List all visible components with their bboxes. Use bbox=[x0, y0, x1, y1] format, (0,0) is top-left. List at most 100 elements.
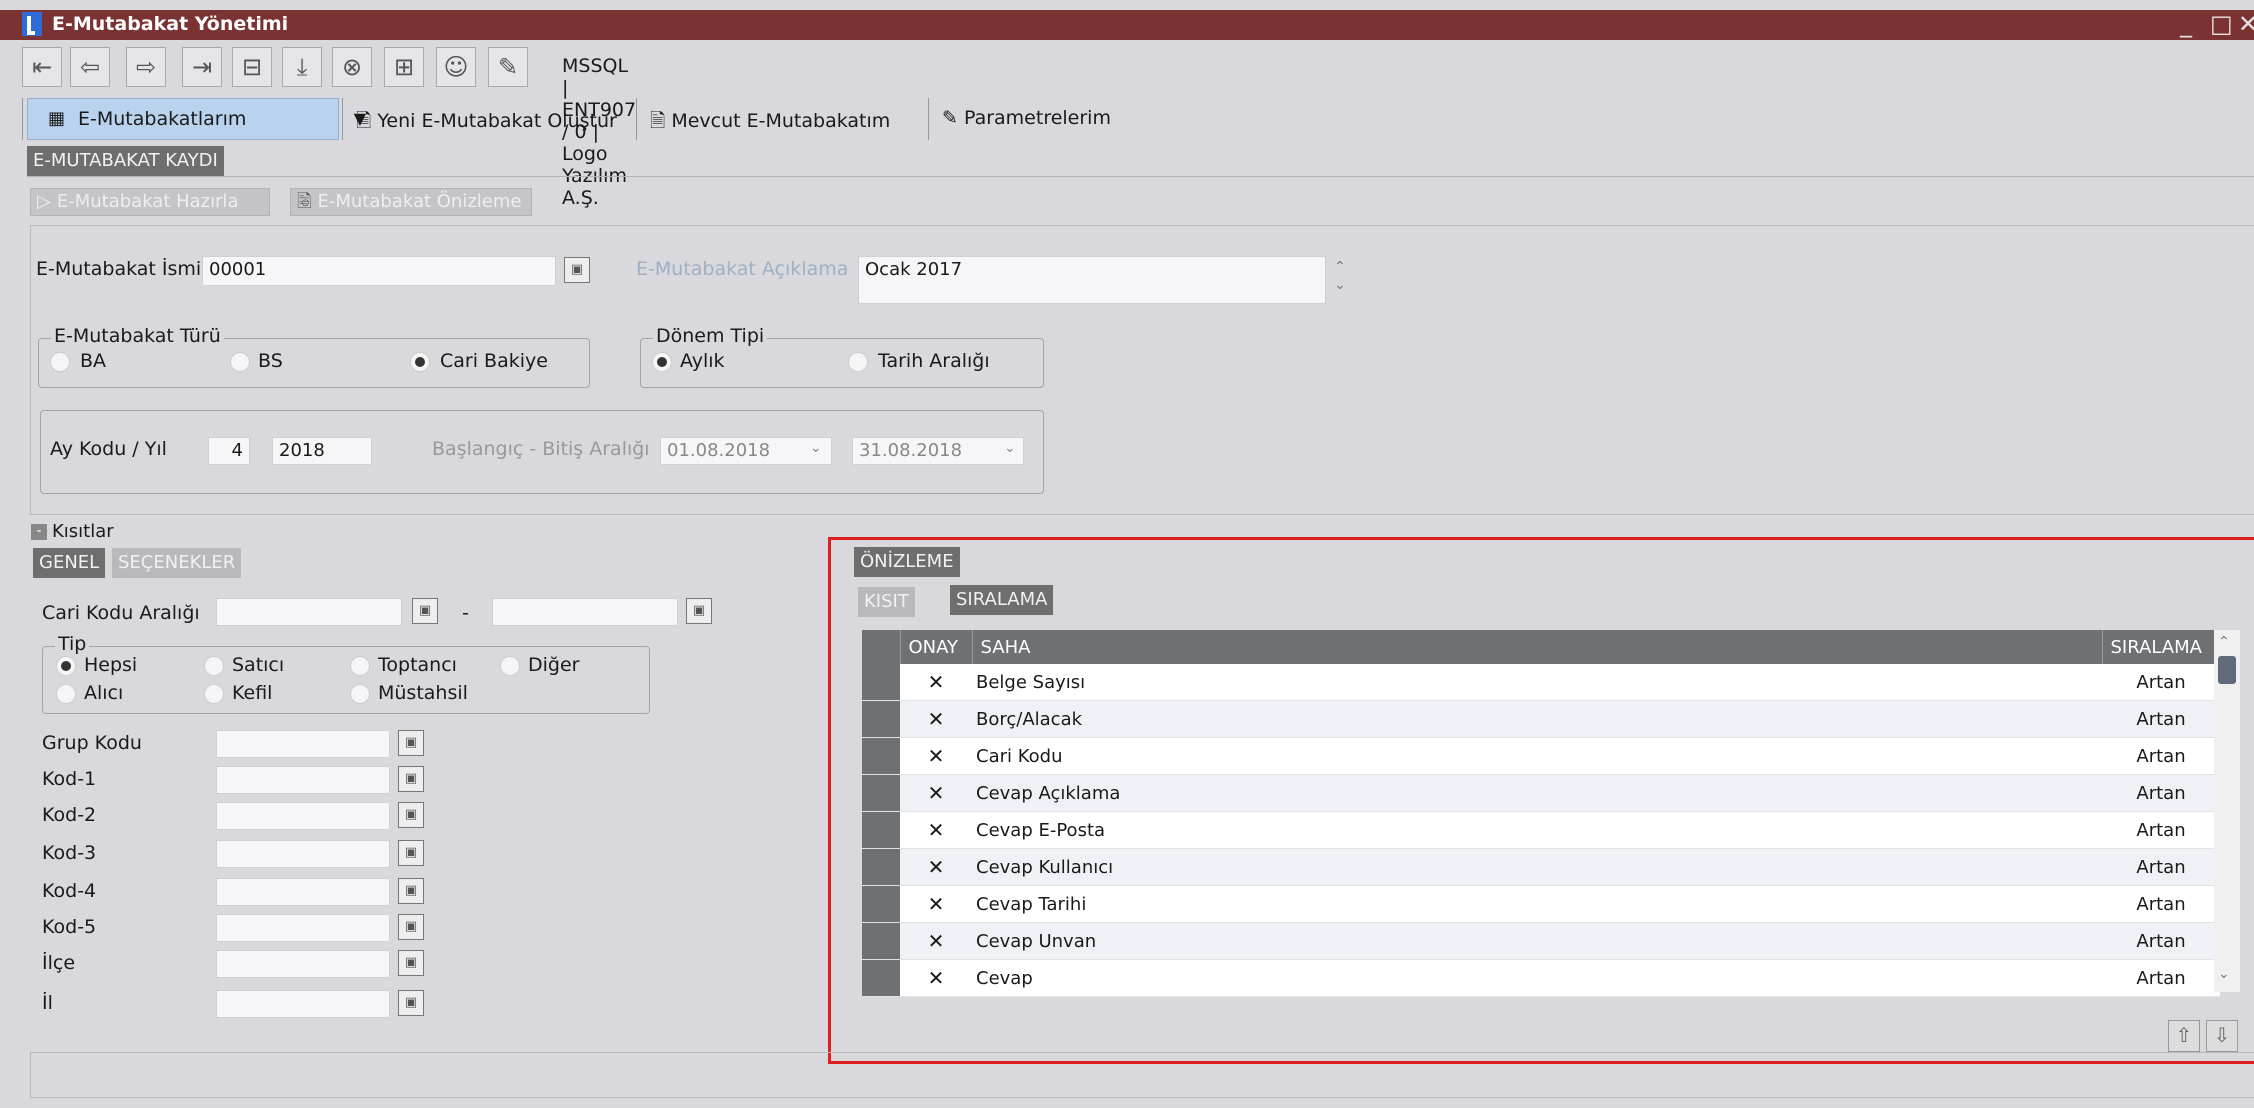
cari-start-field[interactable] bbox=[216, 598, 402, 626]
tip-alici-radio[interactable] bbox=[56, 684, 76, 704]
lookup-icon[interactable]: ▣ bbox=[398, 840, 424, 866]
type-cari-bakiye-radio[interactable] bbox=[410, 352, 430, 372]
tab-kisit[interactable]: KISIT bbox=[858, 587, 915, 617]
close-icon[interactable]: ✕ bbox=[900, 885, 972, 923]
new-reconciliation-menu[interactable]: 🗎 Yeni E-Mutabakat Oluştur bbox=[356, 107, 617, 139]
lookup-icon[interactable]: ▣ bbox=[564, 257, 590, 283]
preview-title[interactable]: ÖNİZLEME bbox=[854, 547, 960, 577]
tab-secenekler[interactable]: SEÇENEKLER bbox=[112, 548, 242, 578]
row-selector[interactable] bbox=[862, 664, 900, 701]
period-date-range-radio[interactable] bbox=[848, 352, 868, 372]
year-field[interactable]: 2018 bbox=[272, 437, 372, 465]
row-order[interactable]: Artan bbox=[2102, 700, 2220, 738]
next-record-button[interactable]: ⇨ bbox=[126, 47, 166, 87]
chevron-down-icon[interactable]: ⌄ bbox=[1004, 440, 1016, 456]
table-row[interactable]: ✕ Belge Sayısı Artan bbox=[862, 664, 2220, 701]
row-order[interactable]: Artan bbox=[2102, 885, 2220, 923]
scrollbar-thumb[interactable] bbox=[2218, 656, 2236, 684]
collapse-icon[interactable]: - bbox=[31, 524, 47, 540]
month-field[interactable]: 4 bbox=[208, 437, 250, 465]
row-selector[interactable] bbox=[862, 700, 900, 738]
name-field[interactable]: 00001 bbox=[202, 256, 556, 286]
kod-3-field[interactable] bbox=[216, 840, 390, 868]
lookup-icon[interactable]: ▣ bbox=[398, 950, 424, 976]
close-icon[interactable]: ✕ bbox=[900, 959, 972, 997]
column-saha[interactable]: SAHA bbox=[972, 630, 2103, 664]
period-monthly-radio[interactable] bbox=[652, 352, 672, 372]
close-button[interactable]: ✕ bbox=[2238, 10, 2254, 38]
column-siralama[interactable]: SIRALAMA bbox=[2102, 630, 2221, 664]
row-selector[interactable] bbox=[862, 848, 900, 886]
row-order[interactable]: Artan bbox=[2102, 737, 2220, 775]
move-up-button[interactable]: ⇧ bbox=[2168, 1020, 2200, 1052]
e-mutabakatlarim-dropdown[interactable]: ▦ E-Mutabakatlarım ▼ bbox=[27, 98, 366, 140]
tip-mustahsil-radio[interactable] bbox=[350, 684, 370, 704]
lookup-icon[interactable]: ▣ bbox=[398, 802, 424, 828]
type-bs-radio[interactable] bbox=[230, 352, 250, 372]
row-order[interactable]: Artan bbox=[2102, 922, 2220, 960]
previous-record-button[interactable]: ⇦ bbox=[70, 47, 110, 87]
minimize-button[interactable]: _ bbox=[2180, 10, 2192, 38]
close-icon[interactable]: ✕ bbox=[900, 774, 972, 812]
il-field[interactable] bbox=[216, 990, 390, 1018]
row-selector[interactable] bbox=[862, 922, 900, 960]
table-row[interactable]: ✕ Cevap Tarihi Artan bbox=[862, 885, 2220, 923]
close-icon[interactable]: ✕ bbox=[900, 700, 972, 738]
first-record-button[interactable]: ⇤ bbox=[22, 47, 62, 87]
save-button[interactable]: ⤓ bbox=[282, 47, 322, 87]
last-record-button[interactable]: ⇥ bbox=[182, 47, 222, 87]
lookup-icon[interactable]: ▣ bbox=[398, 766, 424, 792]
list-button[interactable]: ⊟ bbox=[232, 47, 272, 87]
edit-button[interactable]: ✎ bbox=[488, 47, 528, 87]
close-icon[interactable]: ✕ bbox=[900, 664, 972, 701]
end-date-field[interactable]: 31.08.2018 bbox=[852, 437, 1024, 465]
column-onay[interactable]: ONAY bbox=[900, 630, 973, 664]
maximize-button[interactable]: □ bbox=[2210, 10, 2233, 38]
grup-kodu-field[interactable] bbox=[216, 730, 390, 758]
kod-4-field[interactable] bbox=[216, 878, 390, 906]
prepare-button[interactable]: ▷ E-Mutabakat Hazırla bbox=[30, 188, 270, 216]
chevron-down-icon[interactable]: ⌄ bbox=[810, 440, 822, 456]
chevron-down-icon[interactable]: ⌄ bbox=[2218, 966, 2230, 982]
row-selector[interactable] bbox=[862, 885, 900, 923]
chevron-up-icon[interactable]: ⌃ bbox=[2218, 634, 2230, 650]
lookup-icon[interactable]: ▣ bbox=[686, 598, 712, 624]
close-icon[interactable]: ✕ bbox=[900, 922, 972, 960]
lookup-icon[interactable]: ▣ bbox=[398, 914, 424, 940]
lookup-icon[interactable]: ▣ bbox=[412, 598, 438, 624]
cancel-button[interactable]: ⊗ bbox=[332, 47, 372, 87]
row-selector[interactable] bbox=[862, 737, 900, 775]
table-row[interactable]: ✕ Cari Kodu Artan bbox=[862, 737, 2220, 775]
tip-hepsi-radio[interactable] bbox=[56, 656, 76, 676]
tip-kefil-radio[interactable] bbox=[204, 684, 224, 704]
grid-scrollbar[interactable]: ⌃ ⌄ bbox=[2214, 630, 2240, 992]
close-icon[interactable]: ✕ bbox=[900, 737, 972, 775]
ilce-field[interactable] bbox=[216, 950, 390, 978]
preview-button[interactable]: 🗟 E-Mutabakat Önizleme bbox=[290, 188, 532, 216]
kod-2-field[interactable] bbox=[216, 802, 390, 830]
table-row[interactable]: ✕ Cevap Kullanıcı Artan bbox=[862, 848, 2220, 886]
scroll-arrows-icon[interactable]: ⌃ ⌄ bbox=[1334, 258, 1346, 294]
tip-toptanci-radio[interactable] bbox=[350, 656, 370, 676]
cari-end-field[interactable] bbox=[492, 598, 678, 626]
tip-diger-radio[interactable] bbox=[500, 656, 520, 676]
table-row[interactable]: ✕ Cevap Unvan Artan bbox=[862, 922, 2220, 960]
row-order[interactable]: Artan bbox=[2102, 848, 2220, 886]
section-tab[interactable]: E-MUTABAKAT KAYDI bbox=[27, 146, 224, 176]
close-icon[interactable]: ✕ bbox=[900, 848, 972, 886]
description-field[interactable]: Ocak 2017 bbox=[858, 256, 1326, 304]
table-row[interactable]: ✕ Cevap E-Posta Artan bbox=[862, 811, 2220, 849]
user-button[interactable]: ☺ bbox=[436, 47, 476, 87]
kod-5-field[interactable] bbox=[216, 914, 390, 942]
lookup-icon[interactable]: ▣ bbox=[398, 990, 424, 1016]
close-icon[interactable]: ✕ bbox=[900, 811, 972, 849]
tab-siralama[interactable]: SIRALAMA bbox=[950, 585, 1054, 615]
table-row[interactable]: ✕ Cevap Açıklama Artan bbox=[862, 774, 2220, 812]
table-row[interactable]: ✕ Cevap Artan bbox=[862, 959, 2220, 997]
row-selector[interactable] bbox=[862, 774, 900, 812]
row-selector[interactable] bbox=[862, 959, 900, 997]
tip-satici-radio[interactable] bbox=[204, 656, 224, 676]
row-order[interactable]: Artan bbox=[2102, 774, 2220, 812]
row-order[interactable]: Artan bbox=[2102, 664, 2220, 701]
tab-genel[interactable]: GENEL bbox=[33, 548, 106, 578]
